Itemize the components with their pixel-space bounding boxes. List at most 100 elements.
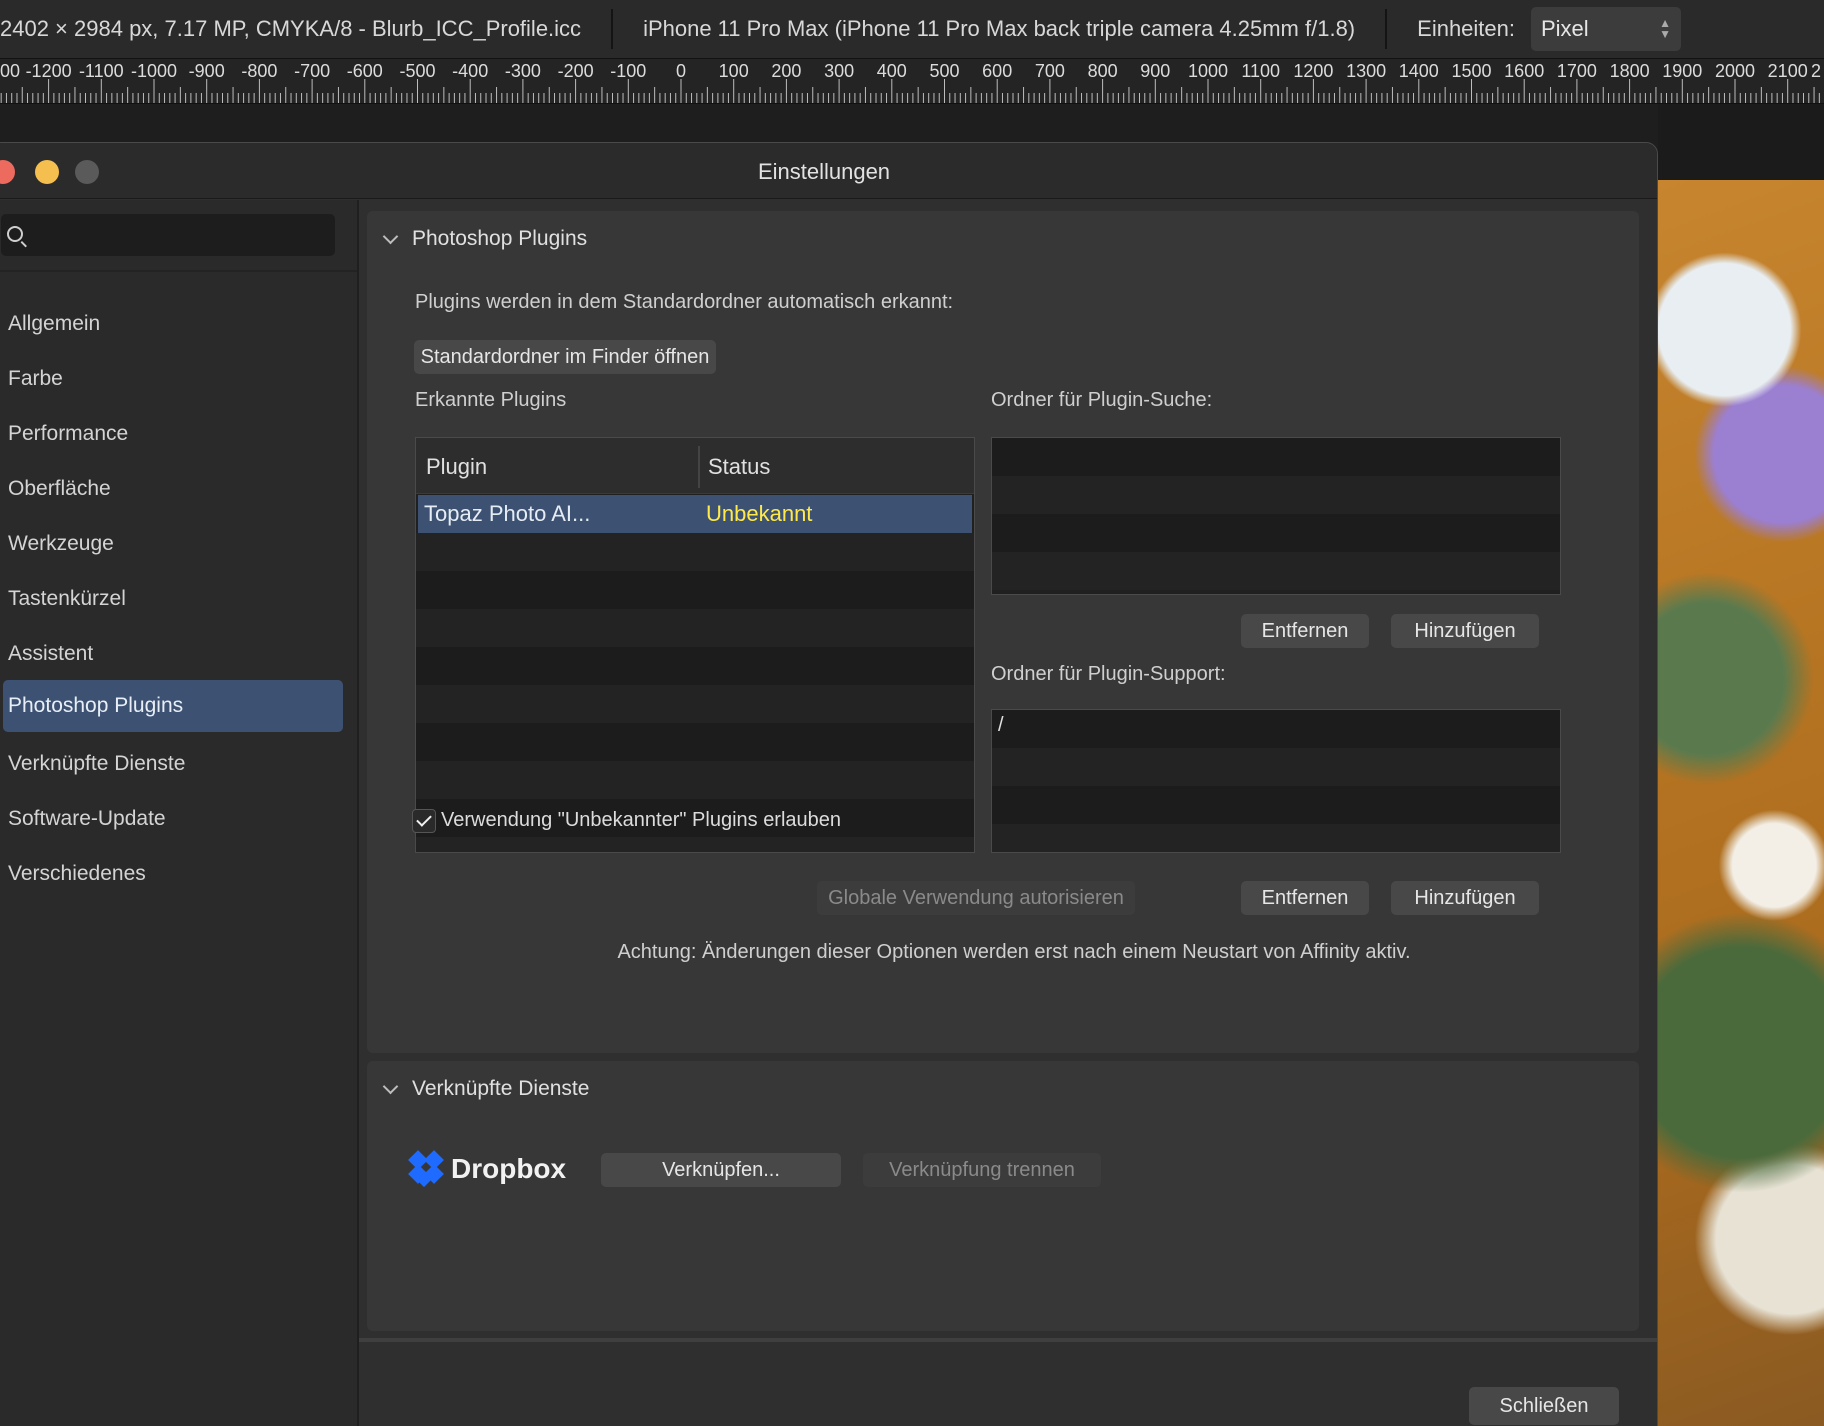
units-select[interactable]: Pixel ▲ ▼ xyxy=(1531,7,1681,51)
list-item xyxy=(992,710,1560,748)
sidebar-item-farbe[interactable]: Farbe xyxy=(3,353,343,405)
ruler-label: -100 xyxy=(610,61,646,81)
support-folder-list[interactable]: / xyxy=(991,709,1561,853)
ruler-label: -300 xyxy=(505,61,541,81)
chevron-down-icon xyxy=(382,228,399,244)
ruler-label: 400 xyxy=(877,61,907,81)
link-dropbox-button[interactable]: Verknüpfen... xyxy=(601,1153,841,1187)
sidebar-item-allgemein[interactable]: Allgemein xyxy=(3,298,343,350)
toolbar-separator xyxy=(1385,9,1388,49)
ruler-label: 0 xyxy=(676,61,686,81)
ruler-label: 2000 xyxy=(1715,61,1755,81)
table-row xyxy=(416,647,974,685)
ruler-label: 900 xyxy=(1140,61,1170,81)
ruler-label: 1700 xyxy=(1557,61,1597,81)
units-label: Einheiten: xyxy=(1417,16,1515,41)
close-dialog-button[interactable]: Schließen xyxy=(1469,1387,1619,1425)
column-header-plugin[interactable]: Plugin xyxy=(426,454,487,480)
sidebar-item-tastenkuerzel[interactable]: Tastenkürzel xyxy=(3,573,343,625)
ruler-label: 1500 xyxy=(1451,61,1491,81)
sidebar-item-werkzeuge[interactable]: Werkzeuge xyxy=(3,518,343,570)
services-heading: Verknüpfte Dienste xyxy=(412,1077,590,1100)
allow-unknown-checkbox[interactable] xyxy=(412,809,436,833)
updown-arrows-icon: ▲ ▼ xyxy=(1659,16,1671,41)
sidebar-divider xyxy=(0,270,357,272)
sidebar-item-photoshop-plugins[interactable]: Photoshop Plugins xyxy=(3,680,343,732)
ruler-label: -900 xyxy=(189,61,225,81)
list-item xyxy=(992,824,1560,852)
table-row[interactable]: Topaz Photo AI... Unbekannt xyxy=(418,495,972,533)
search-folder-label: Ordner für Plugin-Suche: xyxy=(991,389,1213,411)
service-name: Dropbox xyxy=(451,1153,567,1184)
open-default-folder-button[interactable]: Standardordner im Finder öffnen xyxy=(414,340,716,374)
plugin-name-cell: Topaz Photo AI... xyxy=(424,501,591,526)
units-value: Pixel xyxy=(1541,16,1589,41)
plugins-section-header[interactable]: Photoshop Plugins xyxy=(382,227,587,251)
ruler-label: 1200 xyxy=(1293,61,1333,81)
document-photo xyxy=(1658,180,1824,1426)
ruler-label: 2100 xyxy=(1768,61,1808,81)
remove-search-folder-button[interactable]: Entfernen xyxy=(1241,614,1369,648)
table-row xyxy=(416,761,974,799)
dropbox-logo: Dropbox xyxy=(408,1150,567,1188)
sidebar-item-software-update[interactable]: Software-Update xyxy=(3,793,343,845)
search-input[interactable] xyxy=(1,214,335,256)
camera-info: iPhone 11 Pro Max (iPhone 11 Pro Max bac… xyxy=(643,16,1356,41)
auto-detect-text: Plugins werden in dem Standardordner aut… xyxy=(415,291,954,313)
ruler-scale: 00 -1200 -1100 -1000 -900 -800 -700 -600 -500 -40… xyxy=(0,61,1821,103)
footer-divider xyxy=(359,1338,1657,1342)
dropbox-icon xyxy=(408,1150,445,1188)
services-section-header[interactable]: Verknüpfte Dienste xyxy=(382,1077,590,1101)
allow-unknown-label[interactable]: Verwendung "Unbekannter" Plugins erlaube… xyxy=(441,809,841,832)
ruler-label: 800 xyxy=(1088,61,1118,81)
add-search-folder-button[interactable]: Hinzufügen xyxy=(1391,614,1539,648)
linked-services-panel: Verknüpfte Dienste Dropbox Verknüpfen...… xyxy=(367,1061,1639,1331)
ruler-label: -500 xyxy=(399,61,435,81)
ruler-label: 00 xyxy=(0,61,20,81)
restart-warning: Achtung: Änderungen dieser Optionen werd… xyxy=(617,941,1411,963)
ruler-label: 1400 xyxy=(1399,61,1439,81)
ruler-label: -600 xyxy=(347,61,383,81)
ruler-label: 1600 xyxy=(1504,61,1544,81)
sidebar-item-performance[interactable]: Performance xyxy=(3,408,343,460)
ruler-label: 1900 xyxy=(1662,61,1702,81)
global-authorize-button[interactable]: Globale Verwendung autorisieren xyxy=(817,881,1135,915)
column-header-status[interactable]: Status xyxy=(708,454,770,480)
support-folder-path[interactable]: / xyxy=(998,714,1004,737)
ruler-label: -700 xyxy=(294,61,330,81)
list-item xyxy=(992,476,1560,514)
ruler-label: 2 xyxy=(1811,61,1821,81)
ruler-label: 1100 xyxy=(1241,61,1280,81)
toolbar-separator xyxy=(611,9,614,49)
ruler-label: 1300 xyxy=(1346,61,1386,81)
column-divider xyxy=(698,446,700,488)
ruler-label: 200 xyxy=(771,61,801,81)
list-item xyxy=(992,514,1560,552)
sidebar-item-verknuepfte-dienste[interactable]: Verknüpfte Dienste xyxy=(3,738,343,790)
list-item xyxy=(992,438,1560,476)
context-toolbar: 2402 × 2984 px, 7.17 MP, CMYKA/8 - Blurb… xyxy=(0,0,1824,58)
sidebar-item-verschiedenes[interactable]: Verschiedenes xyxy=(3,848,343,900)
table-header: Plugin Status xyxy=(416,438,974,494)
search-folder-list[interactable] xyxy=(991,437,1561,595)
sidebar-item-assistent[interactable]: Assistent xyxy=(3,628,343,680)
preferences-dialog: Einstellungen Allgemein Farbe Performanc… xyxy=(0,142,1658,1426)
horizontal-ruler[interactable]: 00 -1200 -1100 -1000 -900 -800 -700 -600 -500 -40… xyxy=(0,58,1824,104)
ruler-label: -1000 xyxy=(131,61,177,81)
dialog-titlebar: Einstellungen xyxy=(0,143,1657,199)
dialog-title: Einstellungen xyxy=(757,159,891,184)
table-row xyxy=(416,571,974,609)
table-row xyxy=(416,723,974,761)
ruler-label: -200 xyxy=(558,61,594,81)
detected-plugins-table[interactable]: Plugin Status Topaz Photo AI... Unbekann… xyxy=(415,437,975,853)
sidebar-item-oberflaeche[interactable]: Oberfläche xyxy=(3,463,343,515)
ruler-label: -1200 xyxy=(26,61,72,81)
unlink-dropbox-button[interactable]: Verknüpfung trennen xyxy=(863,1153,1101,1187)
remove-support-folder-button[interactable]: Entfernen xyxy=(1241,881,1369,915)
ruler-label: -1100 xyxy=(79,61,124,81)
add-support-folder-button[interactable]: Hinzufügen xyxy=(1391,881,1539,915)
list-item xyxy=(992,748,1560,786)
ruler-label: -400 xyxy=(452,61,488,81)
ruler-label: -800 xyxy=(241,61,277,81)
table-row xyxy=(416,533,974,571)
